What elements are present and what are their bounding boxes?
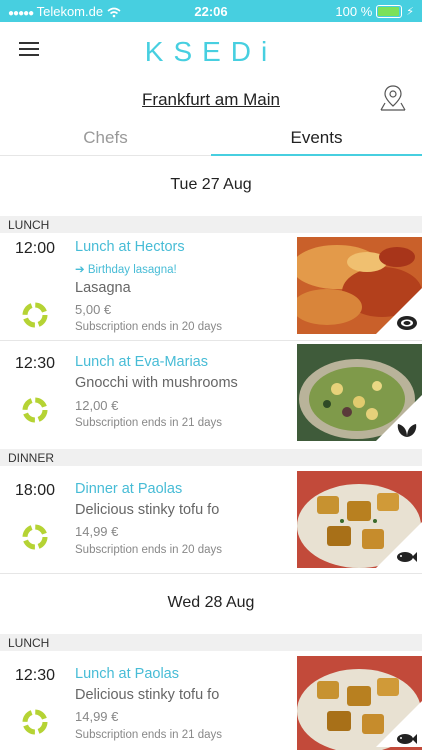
- charging-icon: ⚡: [406, 6, 414, 18]
- tab-events[interactable]: Events: [211, 128, 422, 156]
- active-tab-indicator: [211, 154, 422, 156]
- subscription-info: Subscription ends in 21 days: [75, 729, 223, 741]
- subscription-info: Subscription ends in 20 days: [75, 544, 223, 556]
- dish-name: Delicious stinky tofu fo: [75, 687, 220, 703]
- event-time: 12:30: [15, 667, 56, 684]
- meal-section-header: LUNCH: [0, 216, 422, 233]
- event-title[interactable]: Lunch at Paolas: [75, 666, 179, 682]
- day-header: Tue 27 Aug: [170, 176, 252, 193]
- event-time: 18:00: [15, 482, 56, 499]
- tab-bar: Chefs Events: [0, 128, 422, 156]
- city-selector[interactable]: Frankfurt am Main: [0, 90, 422, 110]
- subscription-progress-icon: [22, 397, 48, 423]
- subscription-info: Subscription ends in 20 days: [75, 321, 223, 333]
- dish-name: Lasagna: [75, 280, 131, 296]
- event-row[interactable]: 12:00 Lunch at Hectors ➔ Birthday lasagn…: [0, 233, 422, 337]
- dish-photo[interactable]: [297, 471, 422, 568]
- price: 5,00 €: [75, 302, 112, 317]
- battery: 100 % ⚡: [335, 4, 414, 19]
- event-time: 12:30: [15, 355, 56, 372]
- event-time: 12:00: [15, 240, 56, 257]
- battery-icon: [376, 5, 403, 18]
- tab-chefs[interactable]: Chefs: [0, 128, 211, 156]
- section-label: LUNCH: [8, 636, 50, 650]
- divider: [0, 573, 422, 574]
- section-label: LUNCH: [8, 218, 50, 232]
- day-header: Wed 28 Aug: [167, 594, 255, 611]
- meal-section-header: DINNER: [0, 449, 422, 466]
- dish-name: Gnocchi with mushrooms: [75, 375, 238, 391]
- battery-percent: 100 %: [335, 4, 373, 19]
- app-logo: KSEDi: [144, 36, 278, 67]
- event-tag[interactable]: ➔ Birthday lasagna!: [75, 262, 177, 276]
- price: 12,00 €: [75, 398, 119, 413]
- location-pin-icon[interactable]: [380, 83, 406, 111]
- subscription-info: Subscription ends in 21 days: [75, 417, 223, 429]
- event-title[interactable]: Lunch at Hectors: [75, 239, 185, 255]
- tab-underline: [0, 155, 211, 156]
- event-title[interactable]: Dinner at Paolas: [75, 481, 182, 497]
- fish-icon: [397, 734, 417, 744]
- event-row[interactable]: 12:30 Lunch at Paolas Delicious stinky t…: [0, 651, 422, 750]
- subscription-progress-icon: [22, 709, 48, 735]
- status-bar: ●●●●● Telekom.de 22:06 100 % ⚡: [0, 0, 422, 22]
- dish-photo[interactable]: [297, 344, 422, 441]
- dish-photo[interactable]: [297, 237, 422, 334]
- meal-section-header: LUNCH: [0, 634, 422, 651]
- subscription-progress-icon: [22, 524, 48, 550]
- leaf-icon: [397, 424, 417, 437]
- meat-icon: [397, 316, 417, 330]
- event-title[interactable]: Lunch at Eva-Marias: [75, 354, 208, 370]
- subscription-progress-icon: [22, 302, 48, 328]
- event-row[interactable]: 18:00 Dinner at Paolas Delicious stinky …: [0, 466, 422, 572]
- dish-photo[interactable]: [297, 656, 422, 750]
- fish-icon: [397, 552, 417, 562]
- event-row[interactable]: 12:30 Lunch at Eva-Marias Gnocchi with m…: [0, 341, 422, 445]
- dish-name: Delicious stinky tofu fo: [75, 502, 220, 518]
- price: 14,99 €: [75, 524, 119, 539]
- price: 14,99 €: [75, 709, 119, 724]
- section-label: DINNER: [8, 451, 55, 465]
